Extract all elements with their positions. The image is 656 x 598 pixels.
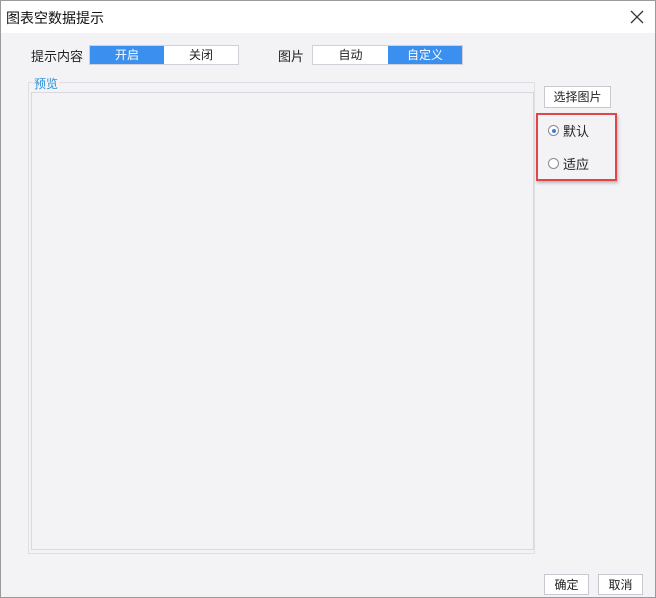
select-image-button[interactable]: 选择图片 <box>544 86 611 108</box>
content-label: 提示内容 <box>31 50 84 65</box>
radio-default-label: 默认 <box>563 125 590 140</box>
close-icon <box>627 7 647 27</box>
image-custom-option[interactable]: 自定义 <box>388 46 462 64</box>
close-button[interactable] <box>627 7 647 27</box>
ok-button[interactable]: 确定 <box>544 574 589 595</box>
radio-fit[interactable]: 适应 <box>548 154 589 173</box>
image-mode-toggle: 自动 自定义 <box>312 45 463 65</box>
preview-area <box>31 92 534 550</box>
content-on-option[interactable]: 开启 <box>90 46 164 64</box>
cancel-button[interactable]: 取消 <box>598 574 643 595</box>
image-label: 图片 <box>278 50 305 65</box>
dialog-title: 图表空数据提示 <box>6 11 104 27</box>
radio-default[interactable]: 默认 <box>548 121 589 140</box>
radio-fit-circle[interactable] <box>548 158 559 169</box>
title-bar: 图表空数据提示 <box>1 1 655 33</box>
radio-fit-label: 适应 <box>563 158 590 173</box>
image-auto-option[interactable]: 自动 <box>313 46 388 64</box>
preview-label: 预览 <box>33 75 60 92</box>
empty-data-prompt-dialog: 图表空数据提示 提示内容 开启 关闭 图片 自动 自定义 预览 选择图片 默认 … <box>0 0 656 598</box>
content-toggle: 开启 关闭 <box>89 45 239 65</box>
content-off-option[interactable]: 关闭 <box>164 46 238 64</box>
radio-default-circle[interactable] <box>548 125 559 136</box>
